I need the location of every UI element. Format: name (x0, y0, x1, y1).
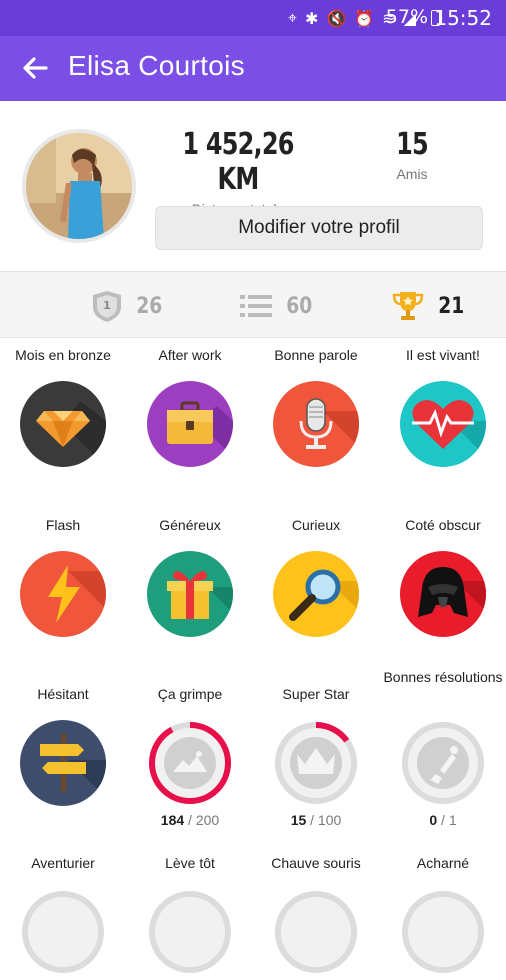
mute-icon: 🔇 (326, 8, 347, 28)
app-bar: Elisa Courtois (0, 36, 506, 101)
badge-name: After work (158, 347, 222, 363)
badge-name: Mois en bronze (15, 347, 111, 363)
badge-name: Bonnes résolutions (383, 669, 503, 685)
friends-value: 15 (396, 127, 429, 162)
summary-row: 1 26 60 21 (0, 271, 506, 338)
mountain-icon (147, 720, 233, 806)
badge-locked-ring (20, 889, 106, 975)
progress-current: 15 (290, 812, 307, 828)
badge-progress: 184 / 200 (127, 812, 253, 828)
location-icon: ⌖ (288, 8, 298, 27)
rank-shield-icon: 1 (93, 291, 121, 322)
runner-photo (26, 133, 132, 239)
progress-total: / 100 (310, 812, 342, 828)
badge-locked-ring (147, 889, 233, 975)
badge-flash[interactable]: Flash (0, 517, 126, 637)
signpost-icon (20, 720, 106, 806)
badge-ca-grimpe[interactable]: Ça grimpe 184 / 200 (127, 686, 253, 828)
badge-after-work[interactable]: After work (127, 347, 253, 467)
page-title: Elisa Courtois (68, 50, 245, 81)
badge-hesitant[interactable]: Hésitant (0, 686, 126, 806)
badge-name: Hésitant (37, 686, 89, 702)
badge-locked-ring (273, 889, 359, 975)
progress-current: 0 (429, 812, 438, 828)
darth-vader-icon (400, 551, 486, 637)
distance-value: 1 452,26 KM (182, 127, 294, 197)
badge-name: Chauve souris (271, 855, 361, 871)
lightning-icon (20, 551, 106, 637)
gift-icon (147, 551, 233, 637)
broken-bulb-icon (400, 720, 486, 806)
bluetooth-icon: ✱ (305, 8, 319, 28)
friends-label: Amis (396, 166, 428, 182)
avatar[interactable] (22, 129, 136, 243)
trophy-count: 21 (438, 293, 465, 319)
badge-locked-ring (400, 889, 486, 975)
badge-genereux[interactable]: Généreux (127, 517, 253, 637)
profile-header: 1 452,26 KM Distance totale 15 Amis Modi… (0, 101, 506, 271)
heart-icon (400, 381, 486, 467)
trophy-icon (392, 292, 424, 320)
briefcase-icon (147, 381, 233, 467)
friends-stat[interactable]: 15 Amis (372, 127, 452, 182)
badge-super-star[interactable]: Super Star 15 / 100 (253, 686, 379, 828)
badge-name: Il est vivant! (406, 347, 480, 363)
badge-progress: 0 / 1 (380, 812, 506, 828)
badge-mois-en-bronze[interactable]: Mois en bronze (0, 347, 126, 467)
badge-name: Super Star (282, 686, 350, 702)
progress-current: 184 (160, 812, 185, 828)
svg-text:1: 1 (103, 299, 111, 312)
crown-icon (273, 720, 359, 806)
badge-chauve-souris[interactable]: Chauve souris (253, 855, 379, 975)
badge-name: Bonne parole (274, 347, 358, 363)
badge-name: Acharné (416, 855, 470, 871)
alarm-icon: ⏰ (354, 8, 375, 28)
badge-name: Curieux (291, 517, 341, 533)
list-summary[interactable]: 60 (238, 289, 315, 323)
status-bar: ⌖ ✱ 🔇 ⏰ ≋ ◢ 57% 15:52 (0, 0, 506, 36)
badge-curieux[interactable]: Curieux (253, 517, 379, 637)
badge-bonne-parole[interactable]: Bonne parole (253, 347, 379, 467)
badge-aventurier[interactable]: Aventurier (0, 855, 126, 975)
badge-acharne[interactable]: Acharné (380, 855, 506, 975)
badge-bonnes-resolutions[interactable]: Bonnes résolutions 0 / 1 (380, 669, 506, 828)
badge-name: Flash (45, 517, 81, 533)
list-count: 60 (286, 293, 313, 319)
badge-name: Généreux (159, 517, 221, 533)
diamond-icon (20, 381, 106, 467)
badge-il-est-vivant[interactable]: Il est vivant! (380, 347, 506, 467)
badge-name: Ça grimpe (157, 686, 223, 702)
list-icon (240, 295, 272, 317)
badge-cote-obscur[interactable]: Coté obscur (380, 517, 506, 637)
badge-name: Aventurier (31, 855, 95, 871)
badge-name: Coté obscur (405, 517, 481, 533)
badge-progress: 15 / 100 (253, 812, 379, 828)
progress-total: / 200 (188, 812, 220, 828)
distance-stat: 1 452,26 KM Distance totale (158, 127, 318, 217)
progress-total: / 1 (441, 812, 457, 828)
trophy-summary[interactable]: 21 (390, 289, 467, 323)
battery-percent: 57% (385, 6, 428, 28)
rank-count: 26 (136, 293, 163, 319)
badge-leve-tot[interactable]: Lève tôt (127, 855, 253, 975)
magnifier-icon (273, 551, 359, 637)
back-arrow-icon[interactable] (18, 51, 52, 85)
clock: 15:52 (434, 6, 492, 30)
rank-summary[interactable]: 1 26 (90, 289, 165, 323)
microphone-icon (273, 381, 359, 467)
badge-name: Lève tôt (165, 855, 215, 871)
edit-profile-button[interactable]: Modifier votre profil (155, 206, 483, 250)
